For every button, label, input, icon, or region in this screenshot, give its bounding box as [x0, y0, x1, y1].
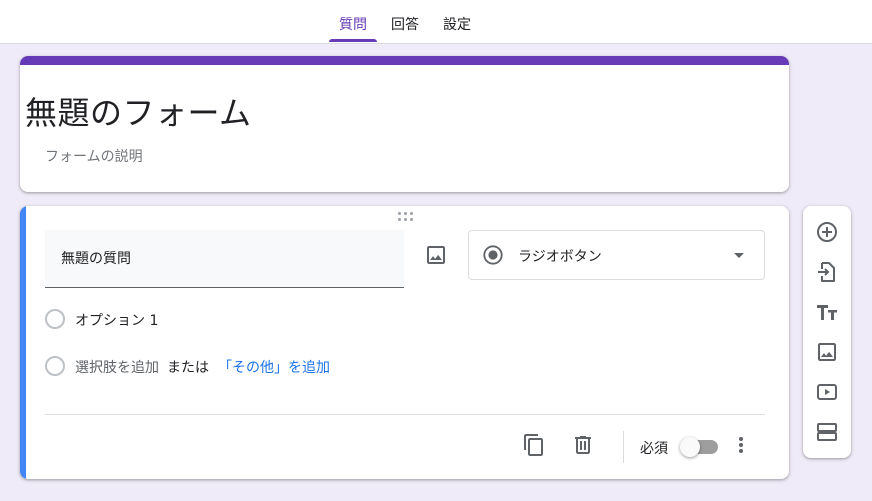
form-title[interactable]: 無題のフォーム	[25, 88, 252, 134]
question-title-text: 無題の質問	[61, 251, 131, 267]
image-icon[interactable]	[424, 243, 448, 267]
option-1-label[interactable]: オプション 1	[75, 310, 158, 330]
section-icon[interactable]	[815, 420, 839, 444]
arrow-drop-down-icon	[734, 253, 744, 258]
tab-settings[interactable]: 設定	[437, 0, 477, 44]
footer-vertical-divider	[623, 431, 624, 463]
add-circle-icon[interactable]	[815, 220, 839, 244]
add-other-button[interactable]: 「その他」を追加	[218, 357, 330, 377]
drag-handle-icon[interactable]	[398, 212, 414, 222]
question-type-dropdown[interactable]: ラジオボタン	[468, 230, 765, 280]
import-questions-icon[interactable]	[815, 260, 839, 284]
form-description-field[interactable]: フォームの説明	[45, 146, 143, 166]
title-text-icon[interactable]	[815, 300, 839, 324]
question-type-label: ラジオボタン	[518, 249, 602, 265]
more-vert-icon[interactable]	[729, 433, 753, 457]
tab-responses[interactable]: 回答	[385, 0, 425, 44]
top-tabs-bar: 質問 回答 設定	[0, 0, 872, 44]
video-icon[interactable]	[815, 380, 839, 404]
question-title-input[interactable]: 無題の質問	[45, 230, 404, 288]
trash-icon[interactable]	[571, 433, 595, 457]
card-footer-divider	[45, 414, 765, 415]
toggle-thumb	[680, 437, 700, 457]
content-copy-icon[interactable]	[522, 433, 546, 457]
option-radio-icon	[45, 309, 65, 329]
radio-button-checked-icon	[483, 245, 503, 265]
floating-toolbar	[803, 206, 851, 458]
add-option-button[interactable]: 選択肢を追加	[75, 357, 159, 377]
active-tab-indicator	[329, 39, 377, 42]
focus-indicator-bar	[20, 206, 26, 479]
image-icon[interactable]	[815, 340, 839, 364]
tab-questions[interactable]: 質問	[329, 0, 377, 44]
add-option-radio-icon	[45, 356, 65, 376]
required-label: 必須	[640, 441, 668, 457]
or-label: または	[167, 360, 209, 376]
required-toggle[interactable]	[680, 437, 718, 457]
header-color-band	[20, 56, 789, 65]
